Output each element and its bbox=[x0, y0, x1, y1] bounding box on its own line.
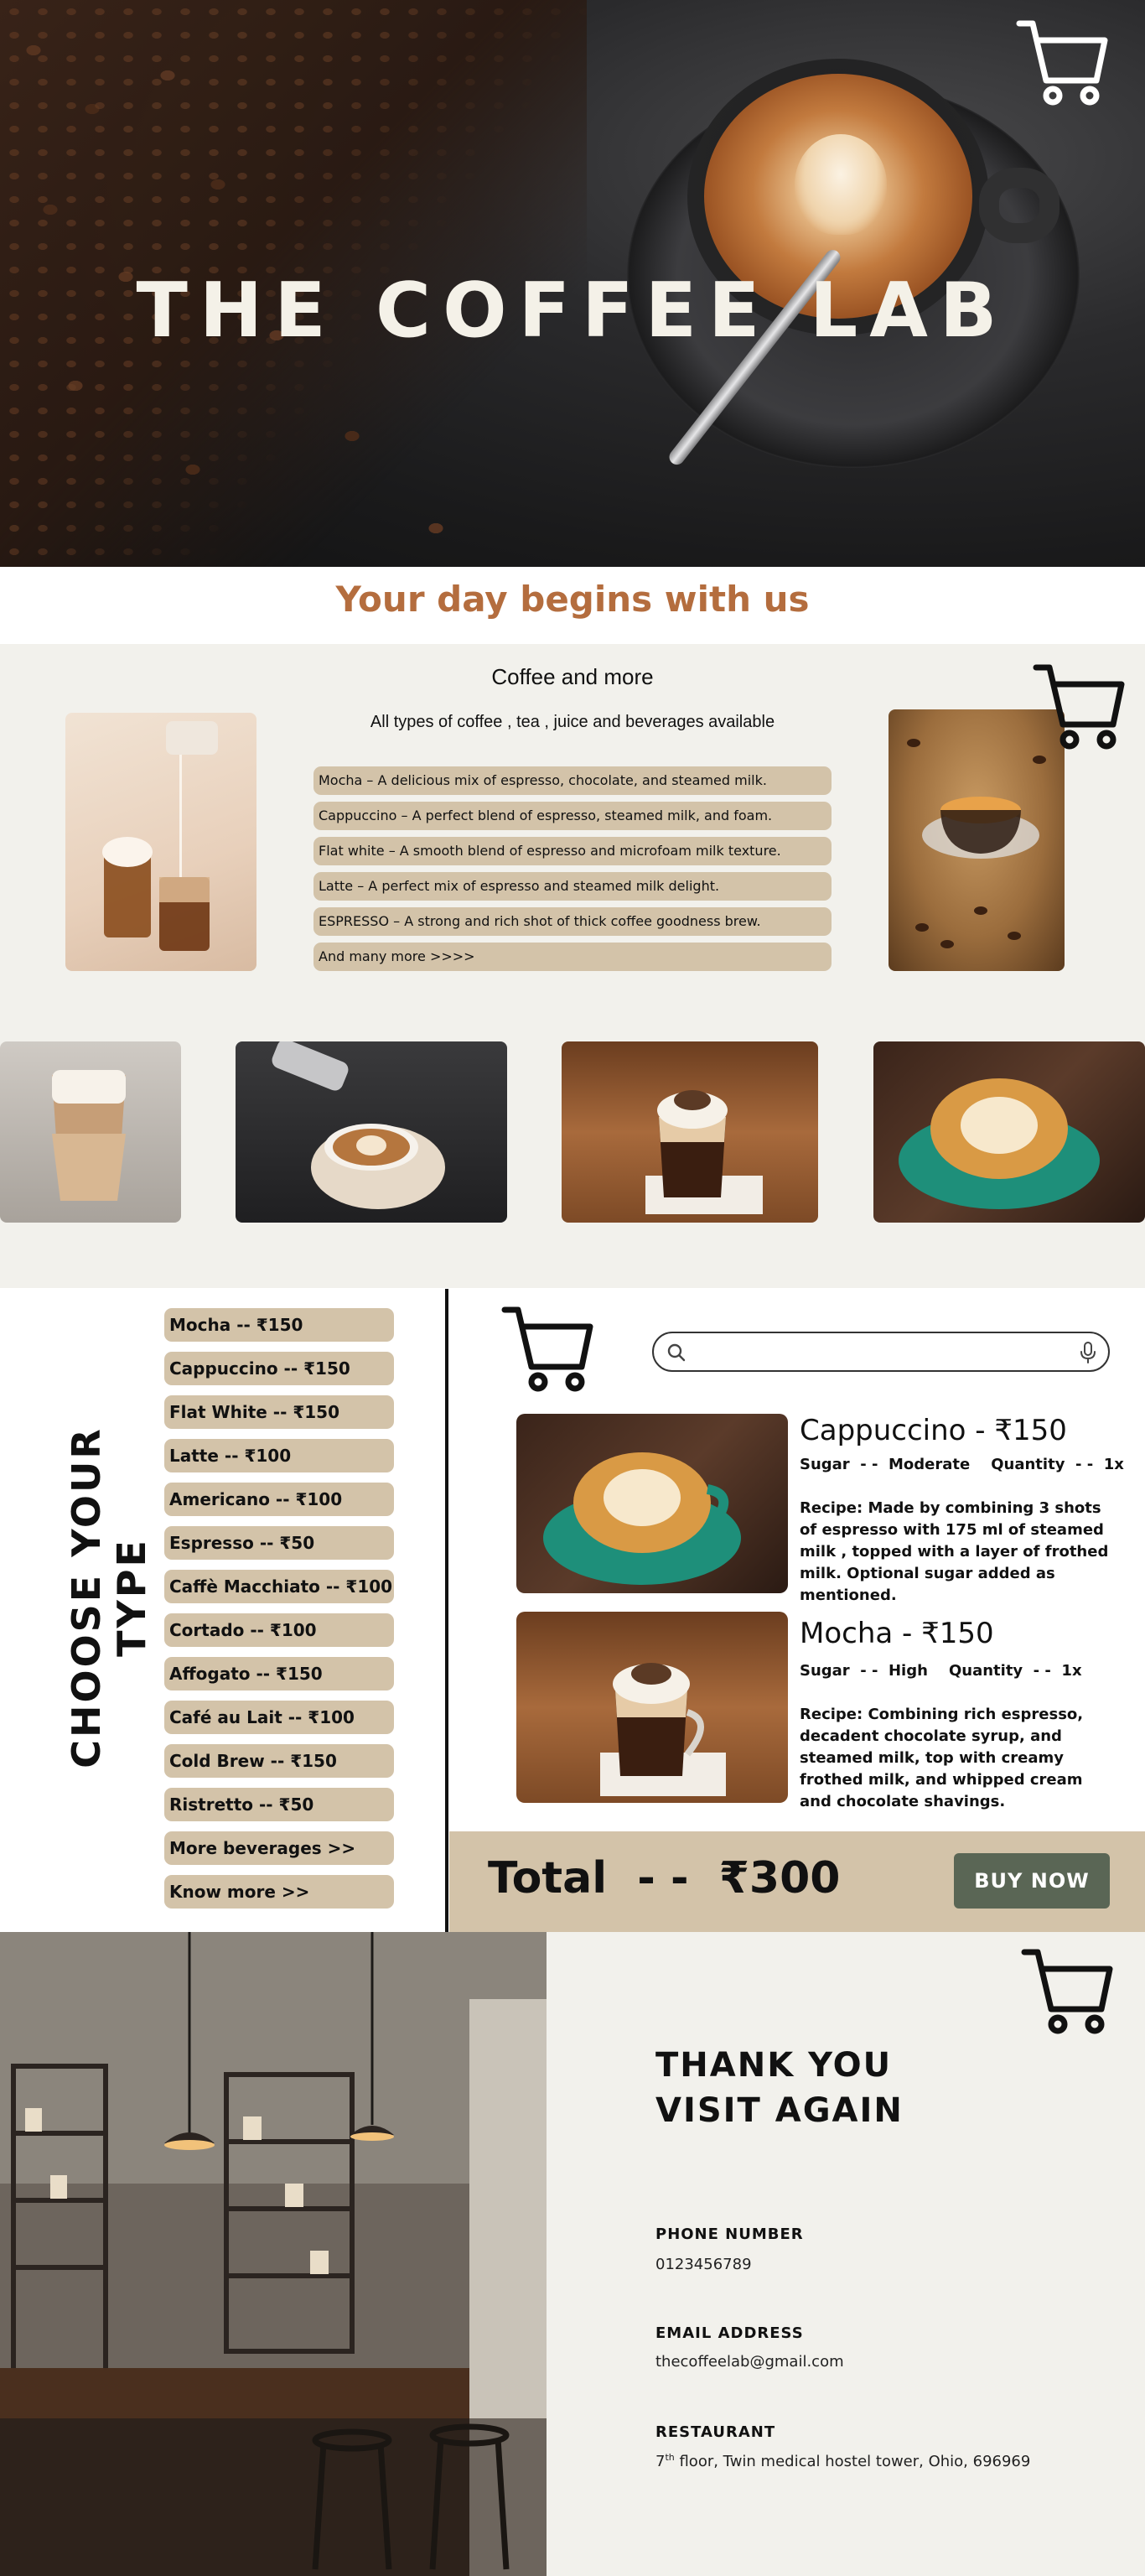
mocha-photo-small bbox=[562, 1041, 818, 1223]
restaurant-label: RESTAURANT bbox=[655, 2423, 776, 2441]
menu-item-affogato[interactable]: Affogato -- ₹150 bbox=[164, 1657, 394, 1690]
coffee-type-list: Mocha -- ₹150 Cappuccino -- ₹150 Flat Wh… bbox=[164, 1308, 394, 1919]
cart-item-options: Sugar - - High Quantity - - 1x bbox=[800, 1662, 1082, 1680]
cart-item-recipe: Recipe: Combining rich espresso, decaden… bbox=[800, 1706, 1084, 1810]
menu-item-americano[interactable]: Americano -- ₹100 bbox=[164, 1483, 394, 1516]
menu-item-caffe-macchiato[interactable]: Caffè Macchiato -- ₹100 bbox=[164, 1570, 394, 1603]
list-item: Mocha – A delicious mix of espresso, cho… bbox=[313, 766, 832, 795]
menu-item-cold-brew[interactable]: Cold Brew -- ₹150 bbox=[164, 1744, 394, 1778]
cafe-interior-photo bbox=[0, 1932, 547, 2576]
phone-number[interactable]: 0123456789 bbox=[655, 2256, 752, 2273]
menu-item-cappuccino[interactable]: Cappuccino -- ₹150 bbox=[164, 1352, 394, 1385]
cart-item-title: Cappuccino - ₹150 bbox=[800, 1414, 1067, 1447]
cart-item-title: Mocha - ₹150 bbox=[800, 1617, 994, 1650]
cart-item-options: Sugar - - Moderate Quantity - - 1x bbox=[800, 1456, 1124, 1473]
total-amount: Total - - ₹300 bbox=[488, 1853, 841, 1903]
search-icon[interactable] bbox=[667, 1343, 686, 1366]
more-beverages-link[interactable]: More beverages >> bbox=[164, 1831, 394, 1865]
thank-you-line: THANK YOU bbox=[655, 2046, 893, 2085]
menu-item-cafe-au-lait[interactable]: Café au Lait -- ₹100 bbox=[164, 1701, 394, 1734]
floor-suffix: th bbox=[665, 2452, 675, 2463]
tagline: Your day begins with us bbox=[335, 579, 810, 620]
iced-coffee-photo bbox=[65, 713, 256, 971]
list-item: Latte – A perfect mix of espresso and st… bbox=[313, 872, 832, 901]
mic-icon[interactable] bbox=[1080, 1342, 1096, 1368]
menu-item-ristretto[interactable]: Ristretto -- ₹50 bbox=[164, 1788, 394, 1821]
buy-now-button[interactable]: BUY NOW bbox=[954, 1853, 1110, 1909]
description-list: Mocha – A delicious mix of espresso, cho… bbox=[313, 766, 832, 978]
cart-icon[interactable] bbox=[501, 1305, 595, 1400]
more-link[interactable]: And many more >>>> bbox=[313, 943, 832, 971]
list-item: Flat white – A smooth blend of espresso … bbox=[313, 837, 832, 865]
cup-handle bbox=[979, 168, 1060, 243]
list-item: Cappuccino – A perfect blend of espresso… bbox=[313, 802, 832, 830]
visit-again-line: VISIT AGAIN bbox=[655, 2091, 904, 2130]
mocha-photo bbox=[516, 1612, 788, 1803]
email-address[interactable]: thecoffeelab@gmail.com bbox=[655, 2353, 844, 2371]
floor-number: 7 bbox=[655, 2453, 666, 2470]
intro-heading: Coffee and more bbox=[491, 664, 654, 689]
intro-subheading: All types of coffee , tea , juice and be… bbox=[370, 713, 775, 731]
menu-item-cortado[interactable]: Cortado -- ₹100 bbox=[164, 1613, 394, 1647]
cart-icon[interactable] bbox=[1016, 18, 1110, 113]
menu-item-latte[interactable]: Latte -- ₹100 bbox=[164, 1439, 394, 1472]
menu-item-mocha[interactable]: Mocha -- ₹150 bbox=[164, 1308, 394, 1342]
restaurant-address: 7th floor, Twin medical hostel tower, Oh… bbox=[655, 2452, 1030, 2470]
search-bar[interactable] bbox=[652, 1332, 1110, 1372]
thank-you-message: THANK YOU VISIT AGAIN bbox=[655, 2043, 904, 2133]
pouring-latte-photo bbox=[236, 1041, 507, 1223]
menu-item-espresso[interactable]: Espresso -- ₹50 bbox=[164, 1526, 394, 1560]
section-divider bbox=[445, 1289, 448, 1932]
latte-glass-photo bbox=[0, 1041, 181, 1223]
address-text: floor, Twin medical hostel tower, Ohio, … bbox=[674, 2453, 1031, 2470]
hero-title: THE COFFEE LAB bbox=[136, 267, 1009, 355]
cappuccino-photo bbox=[516, 1414, 788, 1593]
phone-label: PHONE NUMBER bbox=[655, 2225, 804, 2243]
list-item: ESPRESSO – A strong and rich shot of thi… bbox=[313, 907, 832, 936]
cart-icon[interactable] bbox=[1021, 1947, 1115, 2042]
teal-cappuccino-photo-small bbox=[873, 1041, 1145, 1223]
know-more-link[interactable]: Know more >> bbox=[164, 1875, 394, 1909]
email-label: EMAIL ADDRESS bbox=[655, 2324, 804, 2342]
cart-item-recipe: Recipe: Made by combining 3 shots of esp… bbox=[800, 1499, 1109, 1604]
menu-item-flat-white[interactable]: Flat White -- ₹150 bbox=[164, 1395, 394, 1429]
heart-latte-art bbox=[795, 134, 887, 235]
search-input[interactable] bbox=[694, 1340, 1063, 1363]
cart-icon[interactable] bbox=[1033, 662, 1127, 757]
choose-type-title: CHOOSE YOUR TYPE bbox=[64, 1426, 154, 1768]
